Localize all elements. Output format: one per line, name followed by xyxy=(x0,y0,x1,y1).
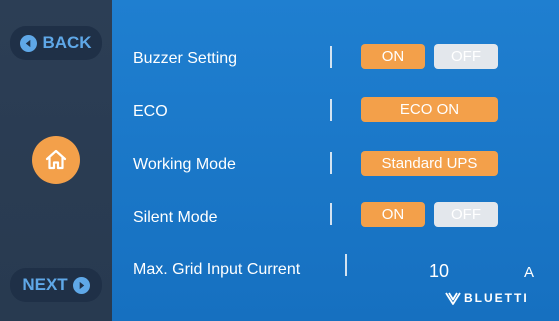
home-button[interactable] xyxy=(32,136,80,184)
next-button[interactable]: NEXT xyxy=(10,268,102,302)
buzzer-setting-label: Buzzer Setting xyxy=(133,50,238,67)
silent-on-button[interactable]: ON xyxy=(361,202,425,227)
eco-label: ECO xyxy=(133,103,168,120)
arrow-left-circle-icon xyxy=(20,34,38,52)
eco-on-button[interactable]: ECO ON xyxy=(361,97,498,122)
row-divider xyxy=(330,99,332,121)
back-label: BACK xyxy=(42,33,92,52)
row-divider xyxy=(330,203,332,225)
row-divider xyxy=(345,254,347,276)
brand-name: BLUETTI xyxy=(464,291,529,305)
max-grid-input-current-label: Max. Grid Input Current xyxy=(133,261,301,278)
working-mode-label: Working Mode xyxy=(133,156,236,173)
back-button[interactable]: BACK xyxy=(10,26,102,60)
silent-mode-label: Silent Mode xyxy=(133,209,218,226)
working-mode-button[interactable]: Standard UPS xyxy=(361,151,498,176)
settings-panel: Buzzer Setting ON OFF ECO ECO ON Working… xyxy=(112,0,559,321)
row-divider xyxy=(330,152,332,174)
next-label: NEXT xyxy=(22,275,68,294)
buzzer-on-button[interactable]: ON xyxy=(361,44,425,69)
silent-off-button[interactable]: OFF xyxy=(434,202,498,227)
max-grid-input-current-unit: A xyxy=(524,264,535,281)
max-grid-input-current-value[interactable]: 10 xyxy=(429,261,449,282)
bluetti-logo-icon xyxy=(445,292,461,305)
sidebar: BACK NEXT xyxy=(0,0,112,321)
buzzer-off-button[interactable]: OFF xyxy=(434,44,498,69)
row-divider xyxy=(330,46,332,68)
home-icon xyxy=(45,149,67,170)
arrow-right-circle-icon xyxy=(72,276,90,294)
brand-logo: BLUETTI xyxy=(445,291,529,305)
